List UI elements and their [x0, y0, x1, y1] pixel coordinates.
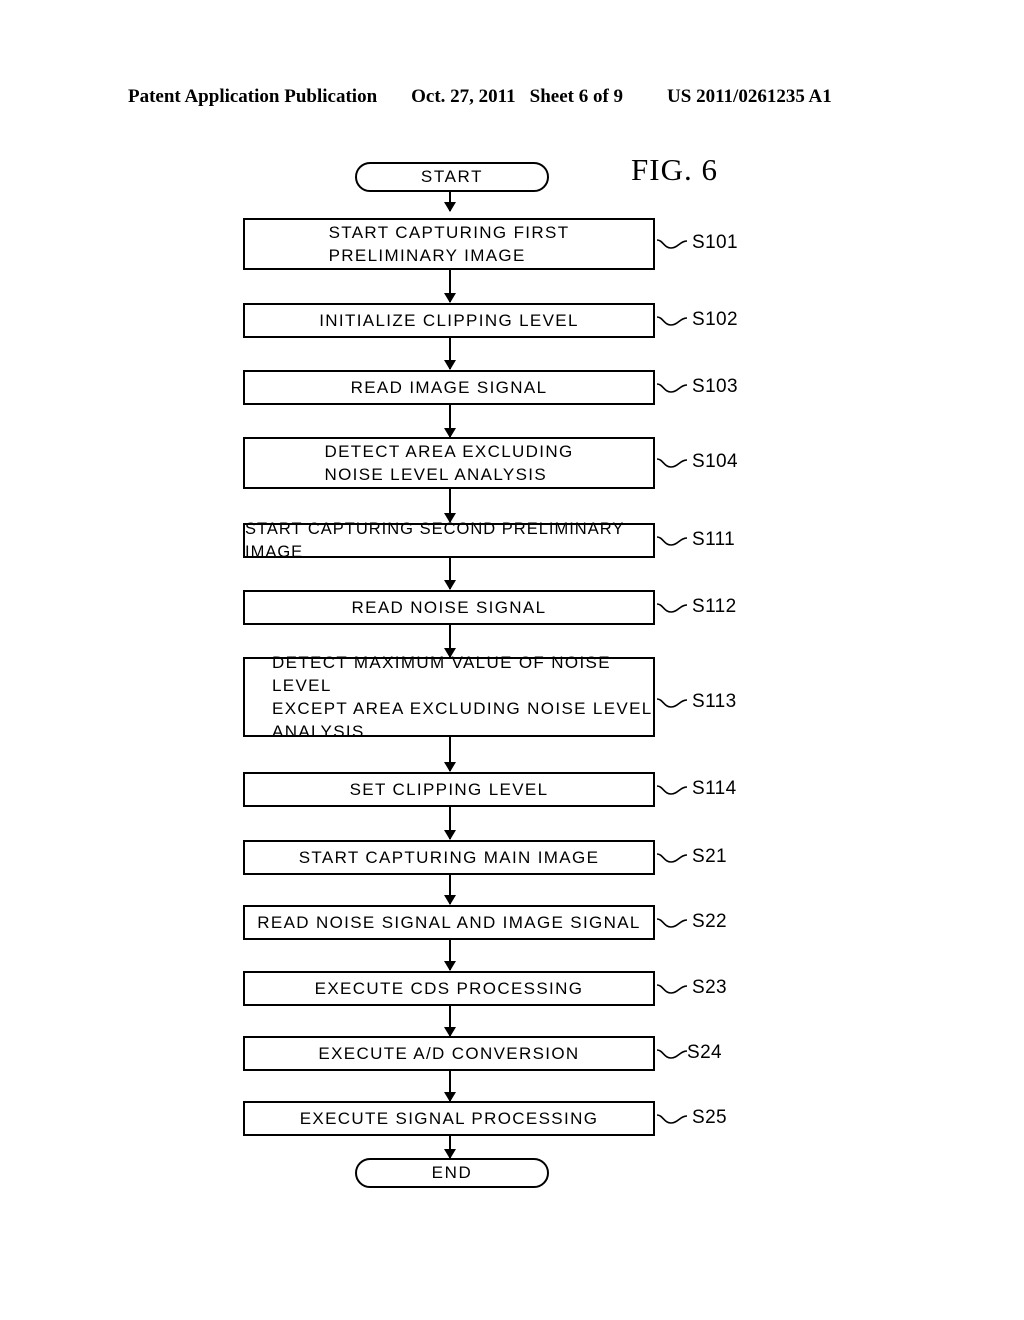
process-box-s21-text: START CAPTURING MAIN IMAGE [298, 848, 600, 867]
squiggle-connector-s25 [657, 1114, 687, 1124]
step-ref-s114: S114 [692, 778, 737, 799]
step-ref-s24: S24 [687, 1042, 723, 1063]
step-ref-s103: S103 [692, 376, 738, 397]
process-box-s112: READ NOISE SIGNAL [243, 590, 655, 625]
step-ref-s21: S21 [692, 846, 728, 867]
process-box-s24-text: EXECUTE A/D CONVERSION [318, 1044, 580, 1063]
squiggle-connector-s103 [657, 383, 687, 393]
squiggle-connector-s21 [657, 853, 687, 863]
step-ref-s23: S23 [692, 977, 728, 998]
flowchart-end-node: END [355, 1158, 549, 1188]
squiggle-connector-s102 [657, 316, 687, 326]
connector-arrow-s25-to-end [444, 1136, 456, 1159]
process-box-s104-text: DETECT AREA EXCLUDING NOISE LEVEL ANALYS… [324, 442, 574, 484]
process-box-s102-text: INITIALIZE CLIPPING LEVEL [319, 311, 579, 330]
squiggle-connector-s111 [657, 536, 687, 546]
connector-arrow-s23-to-s24 [444, 1006, 456, 1037]
process-box-s25: EXECUTE SIGNAL PROCESSING [243, 1101, 655, 1136]
squiggle-connector-s23 [657, 984, 687, 994]
process-box-s111: START CAPTURING SECOND PRELIMINARY IMAGE [243, 520, 655, 561]
step-ref-s112: S112 [692, 596, 737, 617]
connector-arrow-s22-to-s23 [444, 940, 456, 971]
connector-arrow-s113-to-s114 [444, 737, 456, 772]
process-box-s22-text: READ NOISE SIGNAL AND IMAGE SIGNAL [257, 913, 641, 932]
process-box-s102: INITIALIZE CLIPPING LEVEL [243, 303, 655, 338]
step-ref-s113: S113 [692, 691, 737, 712]
process-box-s104: DETECT AREA EXCLUDING NOISE LEVEL ANALYS… [243, 437, 655, 489]
connector-arrow-start-to-s101 [444, 192, 456, 212]
process-box-s103: READ IMAGE SIGNAL [243, 370, 655, 405]
flowchart-end-label: END [431, 1163, 473, 1182]
squiggle-connector-s104 [657, 458, 687, 468]
process-box-s25-text: EXECUTE SIGNAL PROCESSING [299, 1109, 599, 1128]
process-box-s112-text: READ NOISE SIGNAL [351, 598, 547, 617]
step-ref-s25: S25 [692, 1107, 728, 1128]
process-box-s23: EXECUTE CDS PROCESSING [243, 971, 655, 1006]
squiggle-connector-s22 [657, 918, 687, 928]
connector-arrow-s102-to-s103 [444, 338, 456, 370]
squiggle-connector-s113 [657, 698, 687, 708]
connector-arrow-s101-to-s102 [444, 270, 456, 303]
process-box-s113-text: DETECT MAXIMUM VALUE OF NOISE LEVEL EXCE… [272, 653, 653, 741]
process-box-s113: DETECT MAXIMUM VALUE OF NOISE LEVEL EXCE… [243, 653, 655, 741]
flowchart-diagram: START START CAPTURING FIRST PRELIMINARY … [0, 0, 1024, 1320]
process-box-s114-text: SET CLIPPING LEVEL [349, 780, 549, 799]
squiggle-connector-s112 [657, 603, 687, 613]
process-box-s101: START CAPTURING FIRST PRELIMINARY IMAGE [243, 218, 655, 270]
squiggle-connector-s24 [657, 1049, 687, 1059]
squiggle-connector-s101 [657, 239, 687, 249]
process-box-s103-text: READ IMAGE SIGNAL [350, 378, 548, 397]
process-box-s111-text: START CAPTURING SECOND PRELIMINARY IMAGE [245, 519, 625, 561]
step-ref-s101: S101 [692, 232, 738, 253]
flowchart-start-node: START [355, 162, 549, 192]
step-ref-s111: S111 [692, 529, 736, 550]
connector-arrow-s111-to-s112 [444, 558, 456, 590]
squiggle-connector-s114 [657, 785, 687, 795]
step-ref-s104: S104 [692, 451, 738, 472]
process-box-s22: READ NOISE SIGNAL AND IMAGE SIGNAL [243, 905, 655, 940]
connector-arrow-s114-to-s21 [444, 807, 456, 840]
process-box-s114: SET CLIPPING LEVEL [243, 772, 655, 807]
flowchart-start-label: START [420, 167, 484, 186]
step-ref-s102: S102 [692, 309, 738, 330]
process-box-s23-text: EXECUTE CDS PROCESSING [314, 979, 584, 998]
connector-arrow-s21-to-s22 [444, 875, 456, 905]
step-ref-s22: S22 [692, 911, 728, 932]
process-box-s21: START CAPTURING MAIN IMAGE [243, 840, 655, 875]
process-box-s24: EXECUTE A/D CONVERSION [243, 1036, 655, 1071]
process-box-s101-text: START CAPTURING FIRST PRELIMINARY IMAGE [328, 223, 570, 265]
connector-arrow-s24-to-s25 [444, 1071, 456, 1102]
connector-arrow-s103-to-s104 [444, 405, 456, 438]
